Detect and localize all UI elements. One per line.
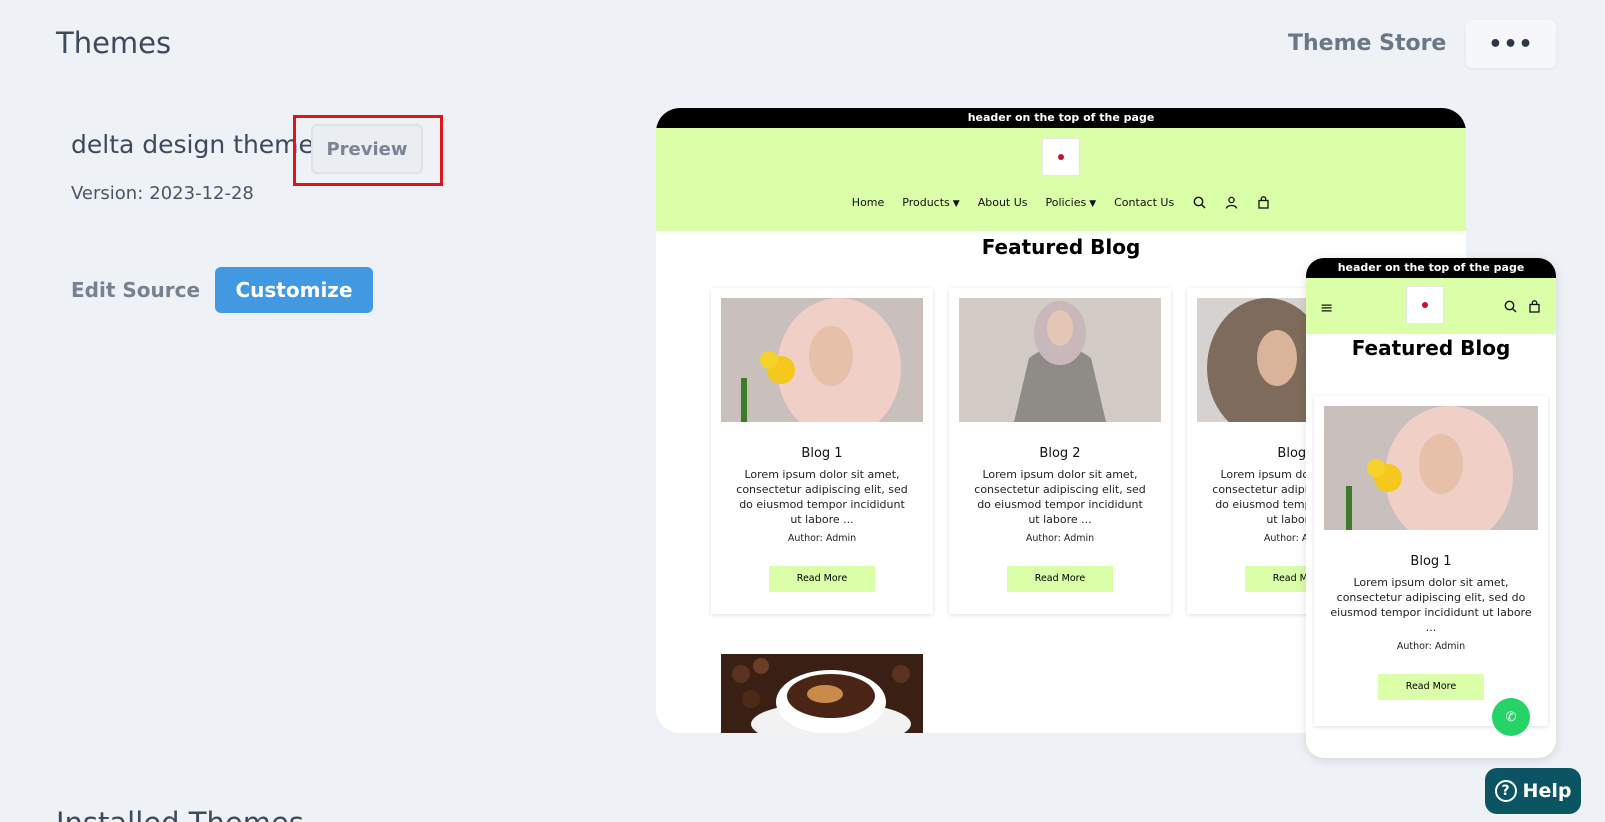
search-icon — [1504, 298, 1517, 317]
nav-contact: Contact Us — [1114, 195, 1175, 209]
nav-policies: Policies ▼ — [1045, 195, 1097, 209]
menu-icon: ≡ — [1320, 298, 1334, 317]
blog-image-coffee — [721, 654, 923, 733]
site-header: Home Products ▼ About Us Policies ▼ Contac… — [656, 128, 1466, 231]
nav-home: Home — [851, 195, 885, 209]
theme-name: delta design theme — [71, 130, 314, 159]
nav-about: About Us — [977, 195, 1028, 209]
blog-excerpt: Lorem ipsum dolor sit amet, consectetur … — [1330, 576, 1532, 634]
blog-card: Blog 1 Lorem ipsum dolor sit amet, conse… — [711, 288, 933, 614]
blog-author: Author: Admin — [787, 533, 857, 544]
blog-image-flower — [1324, 406, 1538, 546]
search-icon — [1192, 195, 1206, 209]
read-more-button: Read More — [769, 566, 875, 592]
blog-title: Blog 1 — [801, 446, 843, 461]
site-logo — [1042, 138, 1080, 176]
cart-icon — [1256, 195, 1270, 209]
caret-down-icon: ▼ — [1089, 198, 1097, 209]
blog-author: Author: Admin — [1025, 533, 1095, 544]
version-label: Version: — [71, 183, 144, 204]
installed-themes-heading: Installed Themes — [56, 806, 304, 822]
blog-cards: Blog 1 Lorem ipsum dolor sit amet, conse… — [711, 288, 1409, 614]
mobile-theme-preview: header on the top of the page ≡ Featured… — [1306, 258, 1556, 758]
cart-icon — [1528, 298, 1541, 317]
help-icon: ? — [1494, 780, 1517, 802]
nav-products: Products ▼ — [902, 195, 960, 209]
more-options-button[interactable]: ••• — [1466, 20, 1556, 68]
blog-excerpt: Lorem ipsum dolor sit amet, consectetur … — [974, 468, 1146, 526]
featured-blog-title: Featured Blog — [981, 235, 1141, 259]
whatsapp-icon: ✆ — [1492, 698, 1530, 736]
blog-author: Author: Admin — [1396, 641, 1466, 652]
blog-title: Blog 1 — [1410, 554, 1452, 569]
user-icon — [1224, 195, 1238, 209]
caret-down-icon: ▼ — [952, 198, 960, 209]
blog-excerpt: Lorem ipsum dolor sit amet, consectetur … — [736, 468, 908, 526]
mobile-header: ≡ — [1306, 278, 1556, 334]
read-more-button: Read More — [1007, 566, 1113, 592]
featured-blog-title: Featured Blog — [1351, 336, 1511, 360]
site-nav: Home Products ▼ About Us Policies ▼ Contac… — [656, 195, 1466, 209]
announcement-bar: header on the top of the page — [1306, 258, 1556, 278]
blog-card: Blog 2 Lorem ipsum dolor sit amet, conse… — [949, 288, 1171, 614]
blog-card: Blog 1 Lorem ipsum dolor sit amet, conse… — [1314, 396, 1548, 726]
read-more-button: Read More — [1378, 674, 1484, 700]
theme-version: Version: 2023-12-28 — [71, 183, 254, 204]
announcement-bar: header on the top of the page — [656, 108, 1466, 128]
blog-title: Blog 2 — [1039, 446, 1081, 461]
help-label: Help — [1522, 780, 1572, 802]
theme-store-link[interactable]: Theme Store — [1288, 31, 1446, 56]
version-value: 2023-12-28 — [149, 183, 254, 204]
blog-image-flower — [721, 298, 923, 438]
customize-button[interactable]: Customize — [215, 267, 373, 313]
edit-source-button[interactable]: Edit Source — [71, 278, 200, 302]
page-title: Themes — [56, 26, 172, 60]
preview-button[interactable]: Preview — [311, 124, 423, 174]
blog-image-coat — [959, 298, 1161, 422]
help-button[interactable]: ? Help — [1485, 768, 1581, 814]
site-logo — [1406, 286, 1444, 324]
